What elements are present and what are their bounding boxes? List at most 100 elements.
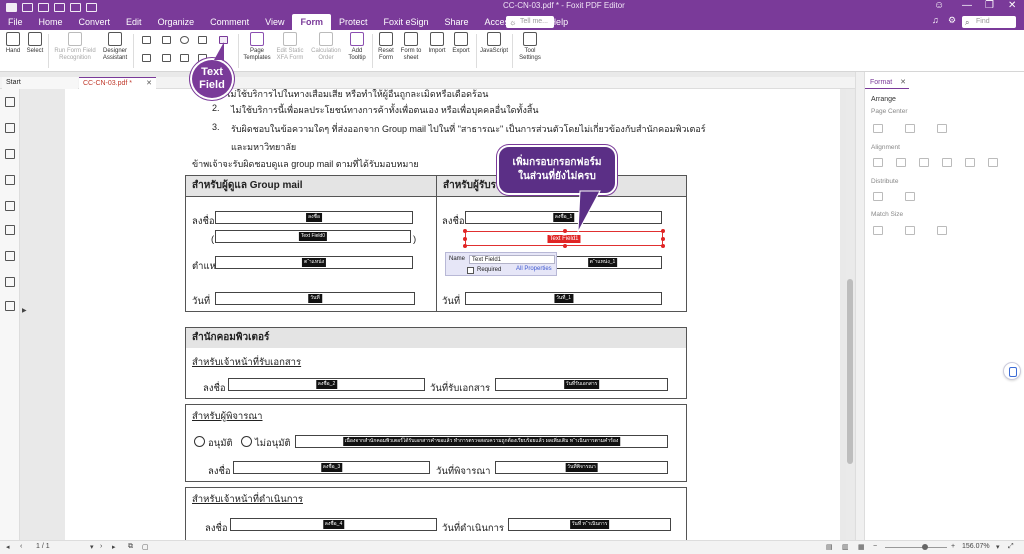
match-both-icon[interactable] [937, 226, 947, 235]
zoom-dropdown-icon[interactable]: ▾ [996, 543, 1000, 551]
expand-panel-arrow-icon[interactable]: ▶ [22, 307, 27, 314]
continuous-icon[interactable]: ▥ [842, 543, 849, 551]
document-properties-icon[interactable] [5, 251, 15, 261]
hand-tool-icon[interactable] [5, 97, 15, 107]
consider-date-field[interactable]: วันที่พิจารณา [495, 461, 668, 474]
list-box-icon[interactable] [142, 54, 151, 62]
tool-settings-button[interactable]: Tool Settings [514, 32, 546, 62]
edit-static-xfa-form-button[interactable]: Edit Static XFA Form [273, 32, 307, 62]
resize-handle[interactable] [463, 229, 467, 233]
zoom-level[interactable]: 156.07% [962, 543, 990, 550]
distribute-vertical-icon[interactable] [905, 192, 915, 201]
facing-icon[interactable]: ▦ [858, 543, 865, 551]
bell-icon[interactable]: ♫ [932, 15, 939, 25]
settings-icon[interactable]: ⚙ [948, 15, 956, 26]
assistant-icon[interactable] [1003, 362, 1021, 380]
menu-form[interactable]: Form [292, 14, 331, 30]
form-to-sheet-button[interactable]: Form to sheet [398, 32, 424, 62]
add-tooltip-button[interactable]: Add Tooltip [344, 32, 370, 62]
sign-field-4[interactable]: ลงชื่อ_4 [230, 518, 437, 531]
fit-width-icon[interactable]: ▢ [142, 543, 149, 551]
all-properties-link[interactable]: All Properties [516, 266, 552, 272]
panel-divider[interactable] [855, 72, 865, 540]
zoom-slider[interactable] [885, 547, 947, 548]
sign-field-2[interactable]: ลงชื่อ_2 [228, 378, 425, 391]
center-both-icon[interactable] [937, 124, 947, 133]
align-center-icon[interactable] [896, 158, 906, 167]
resize-handle[interactable] [661, 237, 665, 241]
security-icon[interactable] [5, 225, 15, 235]
tab-format[interactable]: Format ✕ [865, 77, 909, 89]
reset-form-button[interactable]: Reset Form [375, 32, 397, 62]
menu-comment[interactable]: Comment [202, 14, 257, 30]
layers-icon[interactable] [5, 175, 15, 185]
center-horizontal-icon[interactable] [873, 124, 883, 133]
process-date-field[interactable]: วันที่ ท ำเนินการ [508, 518, 671, 531]
resize-handle[interactable] [563, 229, 567, 233]
page-templates-button[interactable]: Page Templates [242, 32, 272, 62]
calculation-order-button[interactable]: Calculation Order [309, 32, 343, 62]
undo-icon[interactable] [70, 2, 81, 12]
menu-convert[interactable]: Convert [71, 14, 119, 30]
sign-field-right[interactable]: ลงชื่อ_1 [465, 211, 662, 224]
position-field-left[interactable]: ต ำแหน่ง [215, 256, 413, 269]
align-right-icon[interactable] [919, 158, 929, 167]
align-top-icon[interactable] [942, 158, 952, 167]
date-field-right[interactable]: วันที่_1 [465, 292, 662, 305]
maximize-button[interactable]: ❐ [985, 0, 994, 11]
signature-field-icon[interactable] [198, 36, 207, 44]
last-page-icon[interactable]: ▸ [112, 543, 116, 551]
pages-icon[interactable] [5, 123, 15, 133]
javascript-button[interactable]: JavaScript [479, 32, 509, 55]
menu-edit[interactable]: Edit [118, 14, 150, 30]
resize-handle[interactable] [563, 244, 567, 248]
save-icon[interactable] [38, 2, 49, 12]
tell-me-search[interactable]: ☼ Tell me... [506, 16, 554, 28]
resize-handle[interactable] [661, 244, 665, 248]
match-width-icon[interactable] [873, 226, 883, 235]
print-icon[interactable] [54, 2, 65, 12]
zoom-out-icon[interactable]: − [873, 543, 877, 550]
menu-file[interactable]: File [0, 14, 31, 30]
close-window-button[interactable]: ✕ [1008, 0, 1016, 11]
push-button-icon[interactable] [142, 36, 151, 44]
page-dropdown-icon[interactable]: ▾ [90, 543, 94, 551]
next-page-icon[interactable]: › [100, 543, 102, 550]
center-vertical-icon[interactable] [905, 124, 915, 133]
redo-icon[interactable] [86, 2, 97, 12]
fit-page-icon[interactable]: ⧉ [128, 543, 133, 551]
attachments-icon[interactable] [5, 201, 15, 211]
text-field-0[interactable]: Text Field0 [215, 230, 411, 243]
zoom-slider-thumb[interactable] [922, 544, 928, 550]
match-height-icon[interactable] [905, 226, 915, 235]
sign-field-3[interactable]: ลงชื่อ_3 [233, 461, 430, 474]
sign-field-left[interactable]: ลงชื่อ [215, 211, 413, 224]
previous-page-icon[interactable]: ‹ [20, 543, 22, 550]
align-left-icon[interactable] [873, 158, 883, 167]
resize-handle[interactable] [661, 229, 665, 233]
fields-icon[interactable] [5, 301, 15, 311]
single-page-icon[interactable]: ▤ [826, 543, 833, 551]
approve-radio[interactable] [194, 436, 205, 447]
menu-home[interactable]: Home [31, 14, 71, 30]
page-indicator[interactable]: 1 / 1 [36, 543, 50, 550]
opinion-field[interactable]: เนื่องจากสำนักคอมพิวเตอร์ได้รับเอกสารคำข… [295, 435, 668, 448]
import-button[interactable]: Import [426, 32, 448, 55]
disapprove-radio[interactable] [241, 436, 252, 447]
new-text-field[interactable]: Text Field1 [463, 229, 665, 248]
menu-share[interactable]: Share [437, 14, 477, 30]
menu-view[interactable]: View [257, 14, 292, 30]
align-bottom-icon[interactable] [988, 158, 998, 167]
find-input[interactable]: ⌕ Find [962, 16, 1016, 28]
align-middle-icon[interactable] [965, 158, 975, 167]
required-checkbox[interactable] [467, 267, 474, 274]
scroll-thumb[interactable] [847, 279, 853, 464]
designer-assistant-button[interactable]: Designer Assistant [100, 32, 130, 62]
close-panel-icon[interactable]: ✕ [900, 77, 906, 89]
vertical-scrollbar[interactable] [846, 89, 854, 540]
combo-box-icon[interactable] [162, 54, 171, 62]
export-button[interactable]: Export [450, 32, 472, 55]
account-icon[interactable]: ☺ [934, 0, 944, 11]
first-page-icon[interactable]: ◂ [6, 543, 10, 551]
zoom-in-icon[interactable]: + [951, 543, 955, 550]
